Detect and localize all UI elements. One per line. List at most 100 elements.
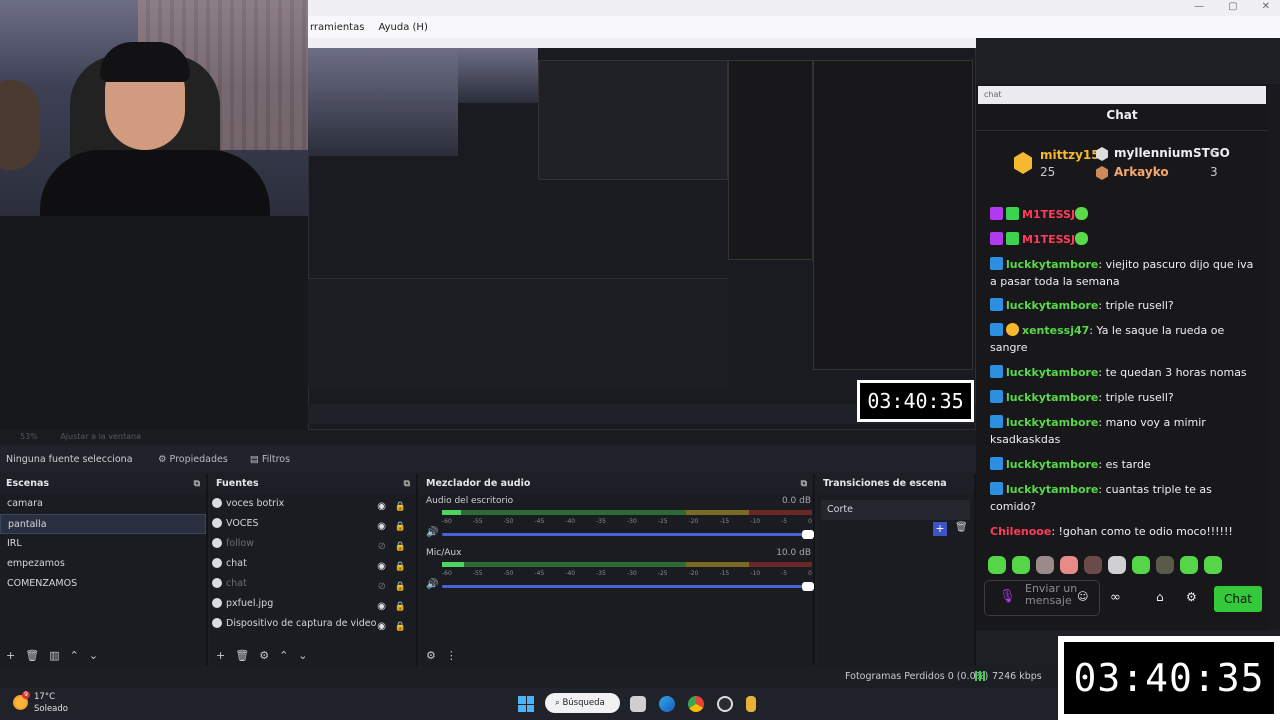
chat-url-bar[interactable]: chat (978, 86, 1266, 104)
lock-icon[interactable]: 🔒 (395, 617, 406, 637)
gear-icon[interactable]: ⚙ (1186, 590, 1197, 604)
meter-tick-label: -35 (596, 570, 606, 577)
close-icon[interactable]: ✕ (1262, 1, 1270, 12)
emote-icon[interactable] (1204, 556, 1222, 574)
source-label: chat (226, 578, 247, 589)
add-icon[interactable]: + (216, 649, 225, 662)
popout-icon[interactable]: ⧉ (404, 474, 410, 494)
task-view-icon[interactable] (630, 696, 646, 712)
slider-handle[interactable] (802, 530, 814, 539)
scene-item[interactable]: IRL (0, 534, 206, 554)
chat-username[interactable]: luckkytambore (1006, 258, 1098, 271)
transition-select[interactable]: Corte (821, 500, 970, 520)
emote-icon[interactable] (1012, 556, 1030, 574)
timer-overlay: 03:40:35 (1058, 636, 1280, 720)
source-row[interactable]: voces botrix ◉ 🔒 (210, 494, 416, 514)
speaker-icon[interactable]: 🔊 (426, 579, 438, 590)
points-icon[interactable]: ∞ (1110, 590, 1121, 605)
weather-desc[interactable]: Soleado (34, 704, 68, 714)
add-icon[interactable]: + (933, 522, 947, 536)
trash-icon[interactable]: 🗑 (235, 649, 249, 662)
chevron-up-icon[interactable]: ⌃ (279, 649, 288, 662)
chat-username[interactable]: Chilenooe (990, 525, 1051, 538)
taskbar-search[interactable]: ⌕ Búsqueda (545, 693, 620, 713)
menu-tools[interactable]: rramientas (310, 22, 364, 33)
scene-item-selected[interactable]: pantalla (0, 514, 206, 534)
filters-button[interactable]: ▤ Filtros (244, 451, 296, 468)
properties-button[interactable]: ⚙ Propiedades (152, 451, 234, 468)
popout-icon[interactable]: ⧉ (194, 474, 200, 494)
chat-text: : te quedan 3 horas nomas (1098, 366, 1247, 379)
eye-icon[interactable]: ◉ (377, 617, 386, 637)
chat-text: : triple rusell? (1098, 299, 1174, 312)
app-icon[interactable] (746, 696, 756, 712)
maximize-icon[interactable]: ▢ (1228, 1, 1237, 12)
scene-item[interactable]: empezamos (0, 554, 206, 574)
emote-icon[interactable] (1156, 556, 1174, 574)
emote-icon[interactable] (1180, 556, 1198, 574)
emote-icon[interactable] (1084, 556, 1102, 574)
menu-help[interactable]: Ayuda (H) (378, 22, 427, 33)
scene-item[interactable]: COMENZAMOS (0, 574, 206, 594)
chevron-down-icon[interactable]: ⌄ (89, 649, 98, 662)
add-icon[interactable]: + (6, 649, 15, 662)
emote-icon[interactable] (1060, 556, 1078, 574)
zoom-percent[interactable]: 53% (20, 432, 38, 441)
source-row[interactable]: chat ◉ 🔒 (210, 554, 416, 574)
chat-scrollbar[interactable] (1268, 84, 1280, 630)
gifter-name[interactable]: mittzy15 (1040, 148, 1100, 162)
chat-send-button[interactable]: Chat (1214, 586, 1262, 612)
chat-username[interactable]: M1TESSJ (1022, 233, 1075, 246)
chat-username[interactable]: luckkytambore (1006, 458, 1098, 471)
gear-icon[interactable]: ⚙ (426, 649, 436, 662)
chat-input[interactable]: 🎙 Enviar un mensaje ☺ (984, 580, 1100, 616)
chevron-down-icon[interactable]: ⌄ (298, 649, 307, 662)
meter-ticks: -60 -55 -50 -45 -40 -35 -30 -25 -20 -15 -10 -5 0 (442, 518, 812, 525)
weather-temp[interactable]: 17°C (34, 692, 55, 702)
meter-tick-label: -15 (719, 570, 730, 577)
chat-username[interactable]: luckkytambore (1006, 416, 1098, 429)
speaker-icon[interactable]: 🔊 (426, 527, 438, 538)
source-row[interactable]: follow ⊘ 🔒 (210, 534, 416, 554)
chevron-up-icon[interactable]: ⌃ (70, 649, 79, 662)
chat-username[interactable]: luckkytambore (1006, 391, 1098, 404)
gear-icon[interactable]: ⚙ (259, 649, 269, 662)
source-row[interactable]: pxfuel.jpg ◉ 🔒 (210, 594, 416, 614)
emote-icon[interactable] (1108, 556, 1126, 574)
zoom-fit[interactable]: Ajustar a la ventana (60, 432, 141, 441)
scene-item[interactable]: camara (0, 494, 206, 514)
emote-icon[interactable] (1036, 556, 1054, 574)
source-row[interactable]: VOCES ◉ 🔒 (210, 514, 416, 534)
microphone-icon[interactable]: 🎙 (999, 590, 1016, 603)
meter-tick-label: -10 (750, 518, 761, 525)
source-row[interactable]: chat ⊘ 🔒 (210, 574, 416, 594)
chat-username[interactable]: luckkytambore (1006, 299, 1098, 312)
emote-icon[interactable] (1132, 556, 1150, 574)
edge-icon[interactable] (659, 696, 675, 712)
popout-icon[interactable]: ⧉ (801, 474, 807, 494)
trash-icon[interactable]: 🗑 (955, 522, 968, 533)
chat-username[interactable]: luckkytambore (1006, 366, 1098, 379)
minimize-icon[interactable]: — (1194, 1, 1204, 12)
trash-icon[interactable]: 🗑 (25, 649, 39, 662)
chrome-icon[interactable] (688, 696, 704, 712)
filter-icon[interactable]: ▥ (49, 649, 59, 662)
slider-handle[interactable] (802, 582, 814, 591)
gifter-name[interactable]: Arkayko (1114, 165, 1169, 179)
more-icon[interactable]: ⋮ (446, 649, 457, 662)
obs-preview[interactable]: 03:40:35 (308, 38, 976, 430)
chat-username[interactable]: M1TESSJ (1022, 208, 1075, 221)
volume-slider[interactable] (442, 530, 814, 539)
volume-slider[interactable] (442, 582, 814, 591)
obs-icon[interactable] (717, 696, 733, 712)
gifter-count: 25 (1040, 165, 1056, 179)
chat-username[interactable]: xentessj47 (1022, 324, 1089, 337)
source-row[interactable]: Dispositivo de captura de video ◉ 🔒 (210, 614, 416, 634)
emoji-icon[interactable]: ☺ (1077, 591, 1088, 603)
emote-bar (988, 556, 1222, 574)
emote-icon[interactable] (988, 556, 1006, 574)
windows-start-icon[interactable] (518, 696, 534, 712)
store-icon[interactable]: ⌂ (1156, 590, 1164, 604)
chat-username[interactable]: luckkytambore (1006, 483, 1098, 496)
source-label: Dispositivo de captura de video (226, 618, 377, 629)
